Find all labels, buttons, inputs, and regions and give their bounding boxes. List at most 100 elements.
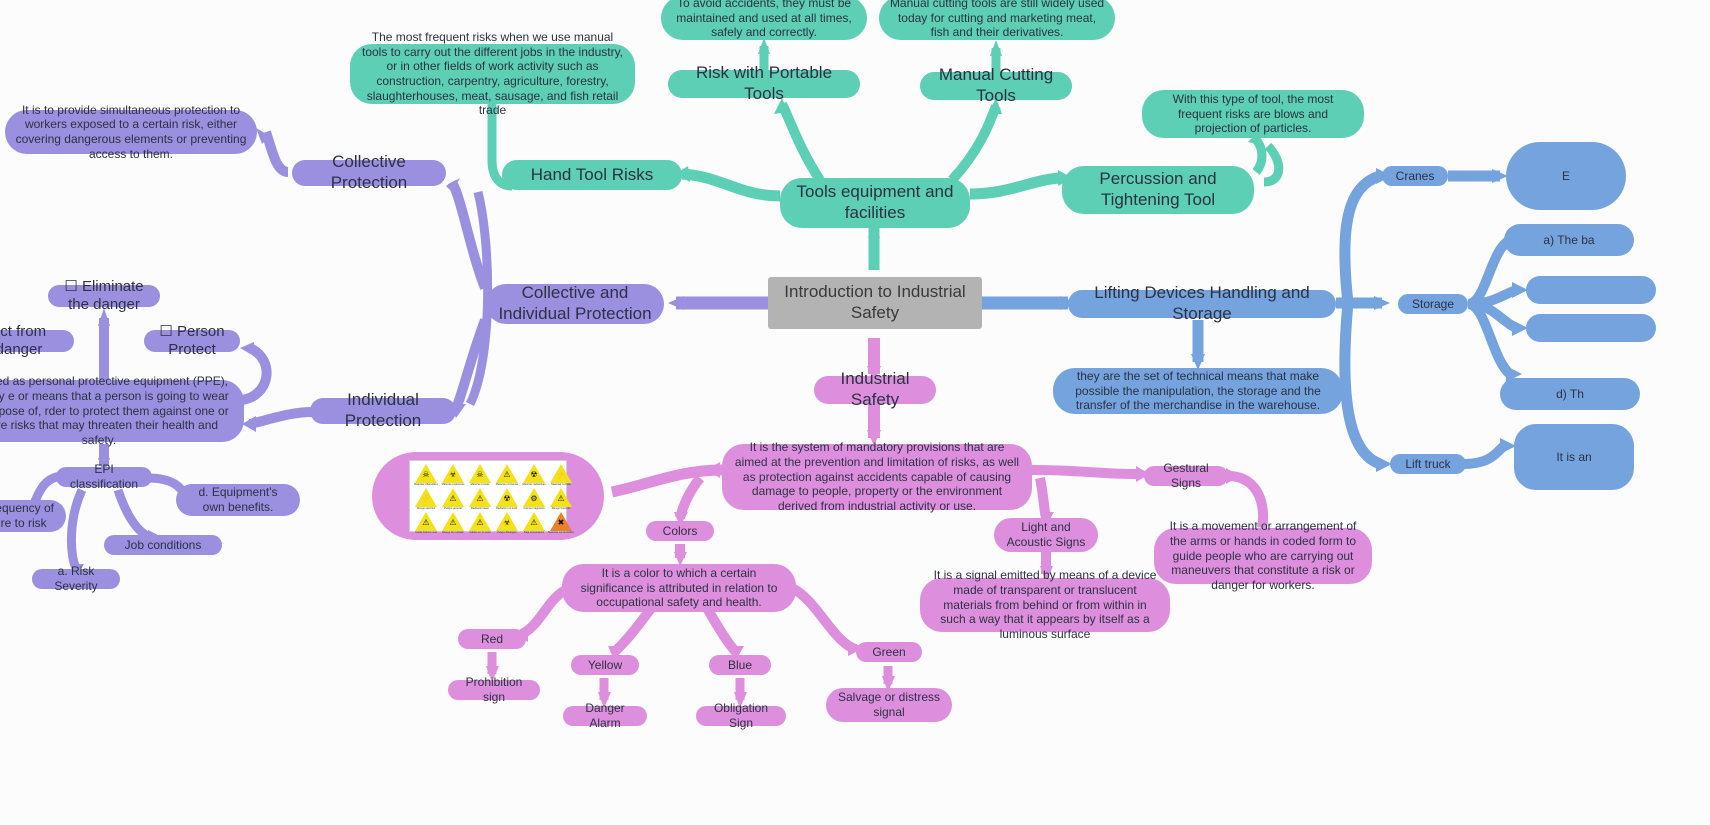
node-industrial-safety-description[interactable]: It is the system of mandatory provisions… bbox=[722, 440, 1032, 513]
node-storage[interactable]: Storage bbox=[1398, 294, 1468, 314]
node-percussion-and-tightening-tool[interactable]: Percussion and Tightening Tool bbox=[1062, 166, 1254, 214]
node-light-and-acoustic-signs-description[interactable]: It is a signal emitted by means of a dev… bbox=[920, 568, 1170, 641]
node-job-conditions[interactable]: Job conditions bbox=[104, 535, 222, 555]
node-risk-with-portable-tools-description-text: To avoid accidents, they must be maintai… bbox=[676, 0, 852, 40]
node-epi-classification[interactable]: EPI classification bbox=[56, 462, 152, 491]
node-manual-cutting-tools-description[interactable]: Manual cutting tools are still widely us… bbox=[879, 0, 1115, 40]
warning-triangle-icon: ☣ bbox=[442, 464, 464, 483]
warning-triangle-icon: ⚠ bbox=[469, 487, 491, 507]
branch-lifting-label: Lifting Devices Handling and Storage bbox=[1094, 283, 1310, 323]
node-color-red[interactable]: Red bbox=[458, 629, 526, 649]
node-color-red-label: Red bbox=[480, 631, 503, 646]
node-equipment-own-benefits-label: d. Equipment's own benefits. bbox=[198, 485, 278, 514]
node-danger-alarm-label: Danger Alarm bbox=[585, 701, 625, 730]
hazard-sign-cell: ☠ Materias inflamables bbox=[413, 464, 439, 487]
node-protect-from-danger-label: ect from danger bbox=[0, 322, 47, 358]
node-person-protect-label: ☐ Person Protect bbox=[159, 322, 225, 358]
node-storage-item-c[interactable] bbox=[1526, 314, 1656, 342]
node-manual-cutting-tools-label: Manual Cutting Tools bbox=[938, 65, 1054, 105]
node-prohibition-sign-label: Prohibition sign bbox=[465, 675, 523, 704]
node-manual-cutting-tools-description-text: Manual cutting tools are still widely us… bbox=[889, 0, 1105, 40]
branch-protection-label: Collective and Individual Protection bbox=[498, 283, 652, 323]
node-risk-severity[interactable]: a. Risk Severity bbox=[32, 564, 120, 593]
node-manual-cutting-tools[interactable]: Manual Cutting Tools bbox=[920, 65, 1072, 105]
hazard-sign-cell: ☢ Materias radiactivas bbox=[521, 464, 547, 487]
node-storage-item-d[interactable]: d) Th bbox=[1500, 378, 1640, 410]
node-equipment-own-benefits[interactable]: d. Equipment's own benefits. bbox=[176, 484, 300, 516]
node-color-blue[interactable]: Blue bbox=[709, 655, 771, 675]
branch-industrial-safety-label: Industrial Safety bbox=[840, 369, 910, 409]
warning-triangle-icon: ⚠ bbox=[550, 487, 572, 507]
node-lift-truck-description[interactable]: It is an bbox=[1514, 424, 1634, 490]
warning-triangle-icon: ⚠ bbox=[523, 511, 545, 531]
branch-tools-equipment-and-facilities[interactable]: Tools equipment and facilities bbox=[780, 178, 970, 228]
node-color-green-label: Green bbox=[872, 644, 906, 659]
node-eliminate-the-danger[interactable]: ☐ Eliminate the danger bbox=[48, 278, 160, 313]
warning-triangle-icon: ✖ bbox=[550, 511, 572, 531]
node-collective-protection[interactable]: Collective Protection bbox=[292, 152, 446, 192]
node-lifting-devices-description[interactable]: they are the set of technical means that… bbox=[1053, 368, 1343, 414]
node-risk-with-portable-tools-description[interactable]: To avoid accidents, they must be maintai… bbox=[661, 0, 867, 40]
warning-triangle-icon: ⚡ bbox=[415, 487, 437, 507]
node-lift-truck[interactable]: Lift truck bbox=[1390, 454, 1466, 474]
node-gestural-signs-description[interactable]: It is a movement or arrangement of the a… bbox=[1154, 519, 1372, 592]
hazard-sign-cell: ☠ Materias toxicas bbox=[467, 464, 493, 487]
node-gestural-signs-label: Gestural Signs bbox=[1163, 461, 1209, 490]
node-color-green[interactable]: Green bbox=[856, 642, 922, 662]
node-storage-item-b[interactable] bbox=[1526, 276, 1656, 304]
node-job-conditions-label: Job conditions bbox=[124, 537, 202, 552]
node-colors-description[interactable]: It is a color to which a certain signifi… bbox=[562, 564, 796, 612]
node-hand-tool-risks[interactable]: Hand Tool Risks bbox=[502, 160, 682, 190]
node-hand-tool-risks-label: Hand Tool Risks bbox=[530, 164, 654, 184]
node-cranes-description[interactable]: E bbox=[1506, 142, 1626, 210]
node-person-protect[interactable]: ☐ Person Protect bbox=[144, 323, 240, 358]
branch-lifting-devices-handling-and-storage[interactable]: Lifting Devices Handling and Storage bbox=[1068, 283, 1336, 323]
node-color-yellow[interactable]: Yellow bbox=[571, 655, 639, 675]
node-storage-item-a[interactable]: a) The ba bbox=[1504, 224, 1634, 256]
node-colors-description-text: It is a color to which a certain signifi… bbox=[580, 566, 778, 610]
branch-industrial-safety[interactable]: Industrial Safety bbox=[814, 369, 936, 409]
node-hazard-signs-image-container[interactable]: ☠ Materias inflamables ☣ Materias explosiv… bbox=[372, 452, 604, 540]
hazard-sign-cell: ⚠ Cables en el suelo bbox=[467, 511, 493, 535]
node-danger-alarm[interactable]: Danger Alarm bbox=[563, 701, 647, 730]
node-obligation-sign[interactable]: Obligation Sign bbox=[696, 701, 786, 730]
node-cranes[interactable]: Cranes bbox=[1382, 166, 1448, 186]
node-risk-with-portable-tools[interactable]: Risk with Portable Tools bbox=[668, 63, 860, 103]
node-individual-protection[interactable]: Individual Protection bbox=[310, 390, 456, 430]
node-hand-tool-risks-description-text: The most frequent risks when we use manu… bbox=[361, 30, 624, 118]
hazard-sign-cell: ⚠ Riesgo tropezar bbox=[548, 487, 574, 511]
node-salvage-or-distress-signal[interactable]: Salvage or distress signal bbox=[826, 688, 952, 722]
warning-triangle-icon: ⚠ bbox=[496, 464, 518, 483]
node-protect-from-danger[interactable]: ect from danger bbox=[0, 323, 74, 358]
branch-collective-and-individual-protection[interactable]: Collective and Individual Protection bbox=[486, 283, 664, 324]
warning-triangle-icon: ⚠ bbox=[442, 487, 464, 507]
hazard-sign-cell: ⚠ Peligro general bbox=[440, 487, 466, 511]
warning-triangle-icon: ☠ bbox=[415, 464, 437, 483]
node-salvage-or-distress-signal-label: Salvage or distress signal bbox=[837, 690, 941, 719]
node-collective-protection-description[interactable]: It is to provide simultaneous protection… bbox=[5, 103, 257, 161]
mindmap-canvas[interactable]: Introduction to Industrial Safety Tools … bbox=[0, 0, 1710, 825]
node-percussion-tool-description[interactable]: With this type of tool, the most frequen… bbox=[1142, 90, 1364, 138]
hazard-sign-cell: ⚡ Materias nocivas bbox=[548, 464, 574, 487]
node-hand-tool-risks-description[interactable]: The most frequent risks when we use manu… bbox=[350, 30, 635, 117]
node-colors[interactable]: Colors bbox=[646, 521, 714, 541]
warning-triangle-icon: ☢ bbox=[496, 487, 518, 507]
node-exposure-frequency-label: or frequency of osure to risk bbox=[0, 501, 55, 530]
warning-triangle-icon: ☣ bbox=[496, 511, 518, 531]
hazard-sign-cell: ☢ Radiacion no ioniz. bbox=[494, 487, 520, 511]
hazard-sign-cell: ⚠ Caida distinto nivel bbox=[413, 511, 439, 535]
node-gestural-signs[interactable]: Gestural Signs bbox=[1144, 461, 1228, 490]
hazard-warning-signs-image: ☠ Materias inflamables ☣ Materias explosiv… bbox=[409, 460, 574, 535]
node-storage-item-a-label: a) The ba bbox=[1543, 232, 1595, 247]
branch-tools-label: Tools equipment and facilities bbox=[796, 182, 954, 222]
hazard-sign-cell: ☣ Peligro Biologico bbox=[494, 511, 520, 535]
warning-triangle-icon: ⚠ bbox=[469, 511, 491, 531]
root-node-introduction-to-industrial-safety[interactable]: Introduction to Industrial Safety bbox=[768, 277, 982, 329]
node-light-and-acoustic-signs[interactable]: Light and Acoustic Signs bbox=[994, 518, 1098, 552]
node-color-blue-label: Blue bbox=[727, 657, 753, 672]
node-exposure-frequency[interactable]: or frequency of osure to risk bbox=[0, 500, 66, 532]
node-individual-protection-description[interactable]: defined as personal protective equipment… bbox=[0, 374, 244, 447]
node-eliminate-the-danger-label: ☐ Eliminate the danger bbox=[64, 277, 144, 313]
hazard-sign-cell: ⚠ Materias corrosivas bbox=[494, 464, 520, 487]
node-prohibition-sign[interactable]: Prohibition sign bbox=[448, 675, 540, 704]
